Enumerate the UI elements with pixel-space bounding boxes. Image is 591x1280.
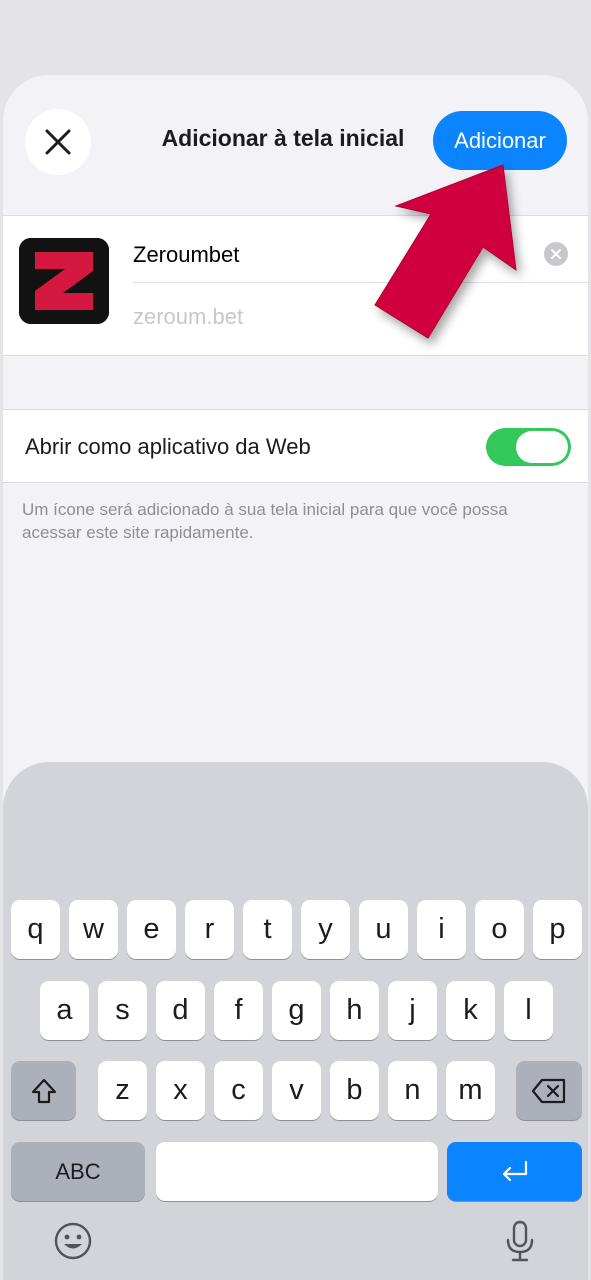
web-app-toggle-card: Abrir como aplicativo da Web	[3, 409, 588, 483]
info-note: Um ícone será adicionado à sua tela inic…	[22, 500, 508, 542]
key-z[interactable]: z	[98, 1061, 147, 1120]
shift-icon	[31, 1078, 56, 1103]
return-key[interactable]	[447, 1142, 582, 1201]
space-key[interactable]	[156, 1142, 438, 1201]
key-b[interactable]: b	[330, 1061, 379, 1120]
emoji-button[interactable]	[53, 1221, 93, 1266]
key-t[interactable]: t	[243, 900, 292, 959]
backspace-key[interactable]	[516, 1061, 582, 1120]
key-x[interactable]: x	[156, 1061, 205, 1120]
key-q[interactable]: q	[11, 900, 60, 959]
web-app-toggle-switch[interactable]	[486, 428, 571, 466]
key-r[interactable]: r	[185, 900, 234, 959]
dictation-button[interactable]	[503, 1219, 537, 1268]
key-s[interactable]: s	[98, 981, 147, 1040]
key-m[interactable]: m	[446, 1061, 495, 1120]
key-o[interactable]: o	[475, 900, 524, 959]
return-icon	[502, 1160, 527, 1181]
pointer-arrow-icon	[374, 164, 517, 339]
key-f[interactable]: f	[214, 981, 263, 1040]
key-y[interactable]: y	[301, 900, 350, 959]
key-e[interactable]: e	[127, 900, 176, 959]
keyboard: q w e r t y u i o p a s d f g h j k l z …	[3, 762, 588, 1280]
key-v[interactable]: v	[272, 1061, 321, 1120]
abc-key-label: ABC	[55, 1158, 101, 1184]
key-l[interactable]: l	[504, 981, 553, 1040]
key-j[interactable]: j	[388, 981, 437, 1040]
key-c[interactable]: c	[214, 1061, 263, 1120]
key-n[interactable]: n	[388, 1061, 437, 1120]
key-a[interactable]: a	[40, 981, 89, 1040]
key-h[interactable]: h	[330, 981, 379, 1040]
key-u[interactable]: u	[359, 900, 408, 959]
toggle-knob	[516, 431, 568, 463]
key-k[interactable]: k	[446, 981, 495, 1040]
backspace-icon	[531, 1078, 566, 1103]
key-i[interactable]: i	[417, 900, 466, 959]
key-w[interactable]: w	[69, 900, 118, 959]
microphone-icon	[506, 1220, 534, 1262]
emoji-icon	[54, 1222, 92, 1260]
web-app-toggle-label: Abrir como aplicativo da Web	[25, 434, 311, 459]
key-d[interactable]: d	[156, 981, 205, 1040]
key-g[interactable]: g	[272, 981, 321, 1040]
key-p[interactable]: p	[533, 900, 582, 959]
shift-key[interactable]	[11, 1061, 76, 1120]
abc-key[interactable]: ABC	[11, 1142, 145, 1201]
